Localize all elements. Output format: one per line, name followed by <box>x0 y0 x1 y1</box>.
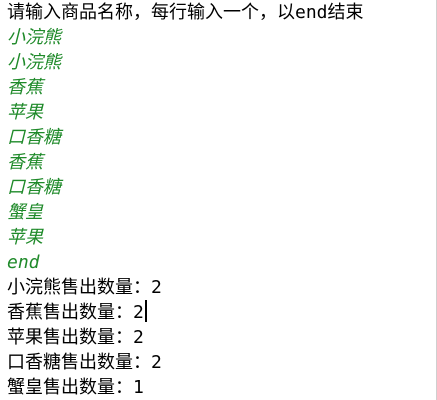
input-line: 口香糖 <box>7 127 61 148</box>
input-line: 蟹皇 <box>7 202 43 223</box>
input-line: end <box>7 252 40 273</box>
output-line: 蟹皇售出数量：1 <box>7 377 144 398</box>
output-line-with-caret: 香蕉售出数量：2 <box>7 300 435 325</box>
input-line: 苹果 <box>7 102 43 123</box>
text-caret <box>144 300 147 322</box>
input-line: 小浣熊 <box>7 27 61 48</box>
output-line: 苹果售出数量：2 <box>7 327 144 348</box>
output-line-text: 香蕉售出数量：2 <box>7 302 144 323</box>
output-line: 小浣熊售出数量：2 <box>7 277 162 298</box>
input-line: 香蕉 <box>7 77 43 98</box>
input-line: 口香糖 <box>7 177 61 198</box>
input-line: 小浣熊 <box>7 52 61 73</box>
console-output-panel[interactable]: 请输入商品名称，每行输入一个，以end结束 小浣熊 小浣熊 香蕉 苹果 口香糖 … <box>7 0 435 400</box>
output-line: 口香糖售出数量：2 <box>7 352 162 373</box>
input-line: 苹果 <box>7 227 43 248</box>
input-line: 香蕉 <box>7 152 43 173</box>
prompt-line: 请输入商品名称，每行输入一个，以end结束 <box>7 2 364 23</box>
